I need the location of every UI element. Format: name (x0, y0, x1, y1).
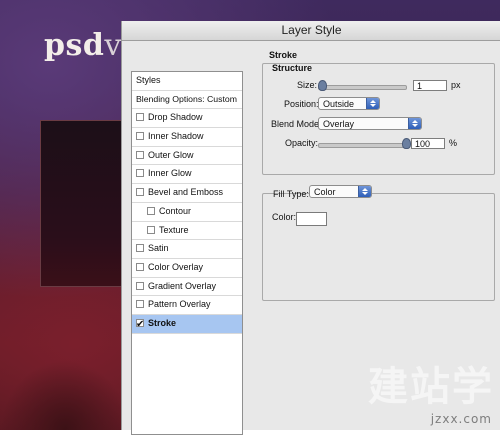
size-label: Size: (297, 80, 318, 90)
style-item-label: Inner Glow (148, 168, 192, 179)
style-item-label: Drop Shadow (148, 112, 203, 123)
watermark-url: jzxx.com (430, 412, 492, 426)
style-checkbox[interactable] (136, 132, 144, 141)
style-checkbox[interactable] (136, 113, 144, 122)
stroke-group-title: Stroke (269, 50, 298, 60)
style-item-gradient-overlay[interactable]: Gradient Overlay (132, 278, 242, 297)
style-item-outer-glow[interactable]: Outer Glow (132, 147, 242, 166)
style-item-pattern-overlay[interactable]: Pattern Overlay (132, 296, 242, 315)
style-item-inner-shadow[interactable]: Inner Shadow (132, 128, 242, 147)
blend-mode-dropdown-value: Overlay (323, 119, 355, 129)
style-checkbox[interactable] (136, 316, 144, 333)
size-input[interactable]: 1 (413, 80, 447, 91)
style-item-label: Texture (159, 224, 189, 235)
style-checkbox[interactable] (136, 262, 144, 271)
style-checkbox[interactable] (147, 225, 155, 234)
style-item-bevel-and-emboss[interactable]: Bevel and Emboss (132, 184, 242, 203)
color-label: Color: (272, 212, 297, 222)
style-item-contour[interactable]: Contour (132, 203, 242, 222)
dropdown-arrows-icon (358, 186, 371, 197)
watermark-logo: 建站学 (368, 364, 494, 410)
style-checkbox[interactable] (147, 206, 155, 215)
style-checkbox[interactable] (136, 244, 144, 253)
style-item-label: Bevel and Emboss (148, 187, 224, 198)
fill-type-label: Fill Type: (273, 189, 309, 199)
opacity-unit: % (449, 138, 458, 148)
fill-type-fieldset (262, 193, 495, 301)
position-label: Position: (284, 99, 319, 109)
position-dropdown-value: Outside (323, 99, 355, 109)
background-logo: psdv (44, 28, 122, 63)
canvas-dark-rectangle (40, 120, 126, 287)
style-item-drop-shadow[interactable]: Drop Shadow (132, 109, 242, 129)
style-item-color-overlay[interactable]: Color Overlay (132, 259, 242, 278)
fill-type-dropdown-value: Color (314, 187, 336, 197)
size-unit: px (451, 80, 461, 90)
opacity-label: Opacity: (285, 138, 319, 148)
dialog-title: Layer Style (122, 21, 500, 41)
style-checkbox[interactable] (136, 300, 144, 309)
position-dropdown[interactable]: Outside (318, 97, 380, 110)
style-item-label: Satin (148, 243, 169, 254)
opacity-input[interactable]: 100 (411, 138, 445, 149)
size-slider-track[interactable] (318, 85, 407, 90)
style-item-texture[interactable]: Texture (132, 222, 242, 241)
styles-list: Styles Blending Options: Custom Drop Sha… (131, 71, 243, 435)
style-item-label: Color Overlay (148, 261, 204, 272)
style-item-label: Stroke (148, 317, 177, 328)
style-item-label: Outer Glow (148, 149, 194, 160)
style-checkbox[interactable] (136, 169, 144, 178)
color-swatch[interactable] (296, 212, 327, 226)
opacity-slider-knob[interactable] (402, 138, 411, 149)
style-checkbox[interactable] (136, 281, 144, 290)
blend-mode-dropdown[interactable]: Overlay (318, 117, 422, 130)
dropdown-arrows-icon (408, 118, 421, 129)
opacity-slider-track[interactable] (318, 143, 407, 148)
style-item-label: Inner Shadow (148, 131, 204, 142)
style-checkbox[interactable] (136, 188, 144, 197)
style-item-label: Gradient Overlay (148, 280, 217, 291)
fill-type-dropdown[interactable]: Color (309, 185, 372, 198)
style-item-label: Contour (159, 205, 192, 216)
dropdown-arrows-icon (366, 98, 379, 109)
canvas-ground-shadow (0, 360, 130, 430)
blending-options-item[interactable]: Blending Options: Custom (132, 91, 242, 110)
style-checkbox[interactable] (136, 150, 144, 159)
style-item-satin[interactable]: Satin (132, 240, 242, 259)
structure-title: Structure (272, 63, 313, 73)
style-item-label: Pattern Overlay (148, 299, 211, 310)
styles-header[interactable]: Styles (132, 72, 242, 91)
blend-mode-label: Blend Mode: (271, 119, 322, 129)
style-item-stroke[interactable]: Stroke (132, 314, 242, 334)
size-slider-knob[interactable] (318, 80, 327, 91)
style-item-inner-glow[interactable]: Inner Glow (132, 165, 242, 185)
